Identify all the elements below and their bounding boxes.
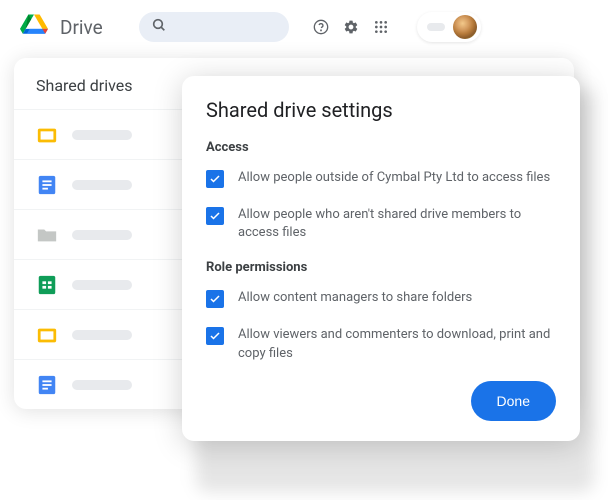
dialog-title: Shared drive settings	[206, 98, 556, 122]
checkbox-checked-icon[interactable]	[206, 327, 224, 345]
item-placeholder	[72, 230, 132, 240]
item-placeholder	[72, 330, 132, 340]
role-section-label: Role permissions	[206, 260, 556, 275]
access-section-label: Access	[206, 140, 556, 155]
docs-icon	[36, 374, 58, 396]
search-input[interactable]	[139, 12, 289, 42]
drive-logo-icon	[20, 13, 48, 41]
gear-icon[interactable]	[343, 19, 359, 35]
avatar	[453, 15, 477, 39]
shared-drive-settings-dialog: Shared drive settings Access Allow peopl…	[182, 76, 580, 441]
checkbox-label: Allow content managers to share folders	[238, 289, 472, 307]
docs-icon	[36, 174, 58, 196]
checkbox-checked-icon[interactable]	[206, 290, 224, 308]
checkbox-row-viewers[interactable]: Allow viewers and commenters to download…	[206, 326, 556, 362]
folder-icon-yellow	[36, 124, 58, 146]
folder-icon	[36, 224, 58, 246]
account-label-placeholder	[427, 23, 445, 31]
item-placeholder	[72, 280, 132, 290]
checkbox-checked-icon[interactable]	[206, 170, 224, 188]
account-chip[interactable]	[417, 12, 481, 42]
checkbox-row-outside-access[interactable]: Allow people outside of Cymbal Pty Ltd t…	[206, 169, 556, 188]
done-button[interactable]: Done	[471, 381, 556, 421]
apps-grid-icon[interactable]	[373, 19, 389, 35]
app-name: Drive	[60, 16, 103, 39]
help-icon[interactable]	[313, 19, 329, 35]
checkbox-row-non-members[interactable]: Allow people who aren't shared drive mem…	[206, 206, 556, 242]
checkbox-row-content-managers[interactable]: Allow content managers to share folders	[206, 289, 556, 308]
folder-icon-yellow	[36, 324, 58, 346]
checkbox-label: Allow people who aren't shared drive mem…	[238, 206, 556, 242]
item-placeholder	[72, 180, 132, 190]
checkbox-label: Allow people outside of Cymbal Pty Ltd t…	[238, 169, 550, 187]
item-placeholder	[72, 130, 132, 140]
app-header: Drive	[0, 0, 608, 50]
item-placeholder	[72, 380, 132, 390]
checkbox-label: Allow viewers and commenters to download…	[238, 326, 556, 362]
checkbox-checked-icon[interactable]	[206, 207, 224, 225]
sheets-icon	[36, 274, 58, 296]
header-actions	[313, 12, 481, 42]
search-icon	[151, 17, 167, 37]
